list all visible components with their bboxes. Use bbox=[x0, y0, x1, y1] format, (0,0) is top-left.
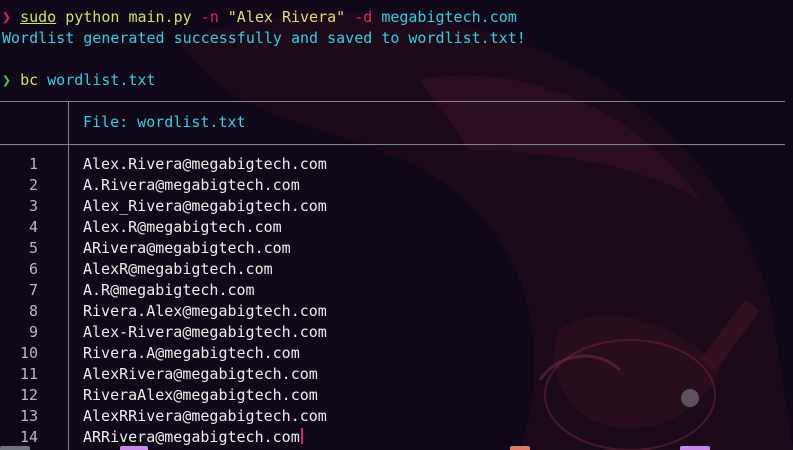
file-line-value: A.Rivera@megabigtech.com bbox=[83, 176, 300, 194]
line-number: 13 bbox=[19, 407, 38, 425]
file-line-value: Alex.Rivera@megabigtech.com bbox=[83, 155, 327, 173]
cmd-flag-d: -d bbox=[354, 8, 373, 26]
file-line-text: Alex.Rivera@megabigtech.com bbox=[83, 154, 327, 175]
file-line-value: RiveraAlex@megabigtech.com bbox=[83, 386, 318, 404]
command-line-1: ❯ sudo python main.py -n "Alex Rivera" -… bbox=[2, 7, 517, 28]
file-line-text: Alex.R@megabigtech.com bbox=[83, 217, 282, 238]
cmd-domain-arg: megabigtech.com bbox=[381, 8, 517, 26]
file-line-text: AlexRRivera@megabigtech.com bbox=[83, 406, 327, 427]
line-number: 11 bbox=[19, 365, 38, 383]
cmd-arg: wordlist.txt bbox=[47, 71, 156, 89]
cmd-name-arg: "Alex Rivera" bbox=[227, 8, 346, 26]
line-number: 8 bbox=[28, 302, 38, 320]
cmd-sudo: sudo bbox=[20, 8, 57, 26]
line-number: 5 bbox=[28, 239, 38, 257]
taskbar-item[interactable] bbox=[680, 446, 710, 450]
file-line-value: Alex.R@megabigtech.com bbox=[83, 218, 282, 236]
file-line-value: A.R@megabigtech.com bbox=[83, 281, 255, 299]
cmd-program: bc bbox=[20, 71, 39, 89]
line-number: 3 bbox=[28, 197, 38, 215]
file-line-value: Rivera.Alex@megabigtech.com bbox=[83, 302, 327, 320]
terminal-window[interactable]: ❯ sudo python main.py -n "Alex Rivera" -… bbox=[0, 0, 793, 450]
prompt-symbol: ❯ bbox=[2, 71, 12, 89]
taskbar-item[interactable] bbox=[120, 446, 148, 450]
file-line-value: Alex_Rivera@megabigtech.com bbox=[83, 197, 327, 215]
file-line-text: Rivera.Alex@megabigtech.com bbox=[83, 301, 327, 322]
taskbar-item[interactable] bbox=[510, 446, 530, 450]
file-line-text: AlexR@megabigtech.com bbox=[83, 259, 273, 280]
file-line-text: ARRivera@megabigtech.com bbox=[83, 427, 303, 448]
file-line-text: ARivera@megabigtech.com bbox=[83, 238, 291, 259]
line-number: 7 bbox=[28, 281, 38, 299]
line-number: 10 bbox=[19, 344, 38, 362]
gutter-divider bbox=[68, 144, 69, 450]
file-line-text: RiveraAlex@megabigtech.com bbox=[83, 385, 318, 406]
file-line-value: AlexRivera@megabigtech.com bbox=[83, 365, 318, 383]
cmd-script: main.py bbox=[128, 8, 192, 26]
line-number: 12 bbox=[19, 386, 38, 404]
file-line-value: Alex-Rivera@megabigtech.com bbox=[83, 323, 327, 341]
table-top-border bbox=[0, 101, 785, 102]
line-number: 4 bbox=[28, 218, 38, 236]
command-output-1: Wordlist generated successfully and save… bbox=[2, 29, 526, 47]
file-line-value: AlexR@megabigtech.com bbox=[83, 260, 273, 278]
line-number: 9 bbox=[28, 323, 38, 341]
file-line-text: A.R@megabigtech.com bbox=[83, 280, 255, 301]
file-line-text: Rivera.A@megabigtech.com bbox=[83, 343, 300, 364]
file-line-value: ARivera@megabigtech.com bbox=[83, 239, 291, 257]
file-line-text: Alex-Rivera@megabigtech.com bbox=[83, 322, 327, 343]
cmd-program: python bbox=[65, 8, 120, 26]
gutter-divider-header bbox=[68, 101, 69, 145]
file-line-value: ARRivera@megabigtech.com bbox=[83, 428, 300, 446]
file-line-text: Alex_Rivera@megabigtech.com bbox=[83, 196, 327, 217]
cmd-flag-n: -n bbox=[200, 8, 219, 26]
file-line-value: Rivera.A@megabigtech.com bbox=[83, 344, 300, 362]
file-line-value: AlexRRivera@megabigtech.com bbox=[83, 407, 327, 425]
taskbar-strip bbox=[0, 446, 793, 450]
prompt-symbol: ❯ bbox=[2, 8, 12, 26]
file-header: File: wordlist.txt bbox=[83, 113, 246, 131]
header-bottom-border bbox=[0, 144, 785, 145]
file-line-text: A.Rivera@megabigtech.com bbox=[83, 175, 300, 196]
line-number: 6 bbox=[28, 260, 38, 278]
command-line-2: ❯ bc wordlist.txt bbox=[2, 70, 156, 91]
line-number: 14 bbox=[19, 428, 38, 446]
taskbar-item[interactable] bbox=[0, 446, 30, 450]
line-number: 2 bbox=[28, 176, 38, 194]
file-line-text: AlexRivera@megabigtech.com bbox=[83, 364, 318, 385]
text-cursor bbox=[300, 428, 303, 444]
line-number: 1 bbox=[28, 155, 38, 173]
